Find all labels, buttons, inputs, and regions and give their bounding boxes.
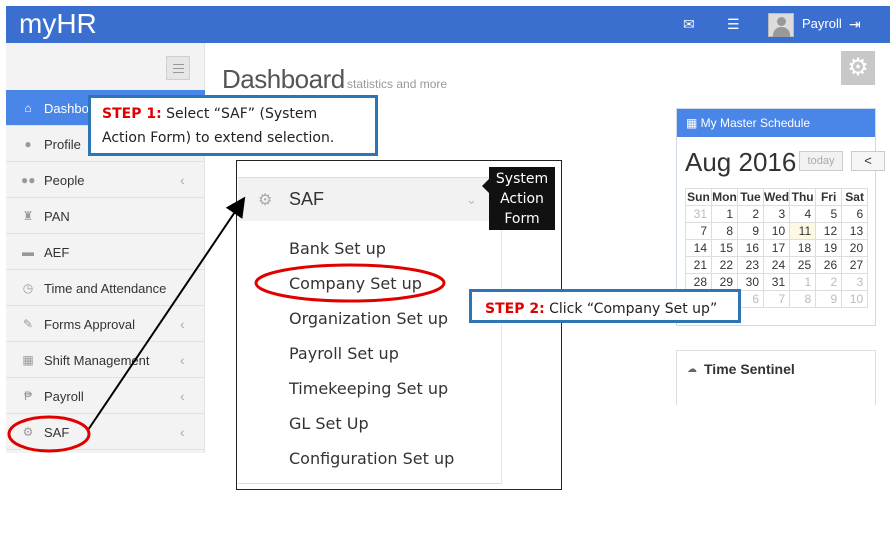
company-setup-highlight-ellipse [254, 263, 446, 303]
saf-highlight-ellipse [7, 415, 91, 453]
annotation-overlay [7, 196, 446, 453]
annotation-arrow [87, 196, 246, 431]
